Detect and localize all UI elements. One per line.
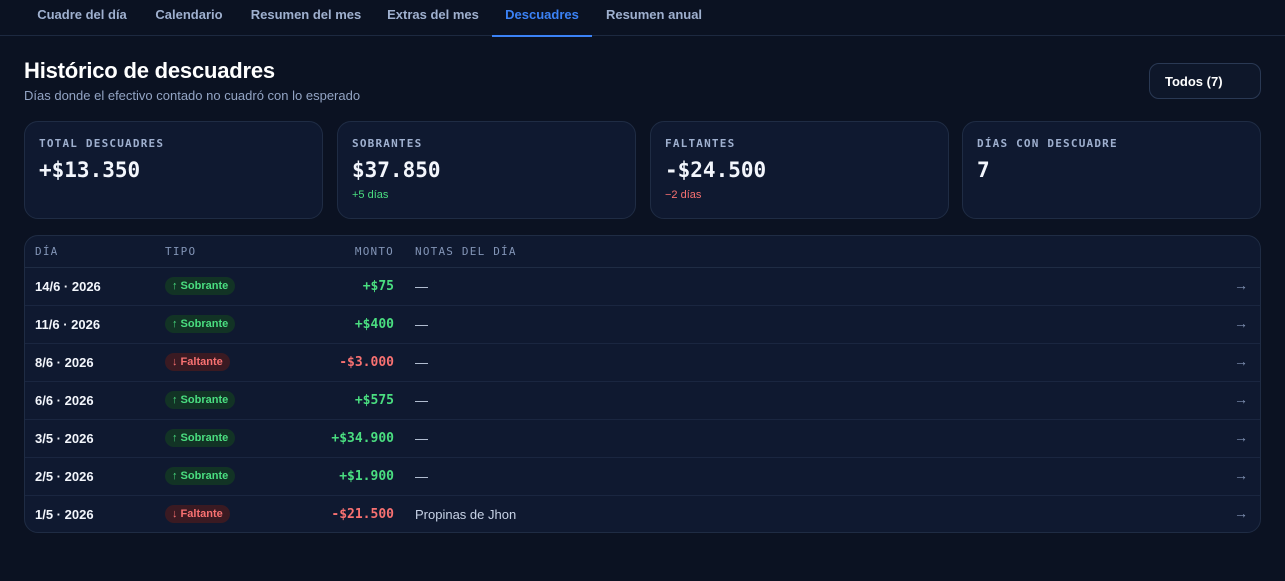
card-faltantes: FALTANTES -$24.500 −2 días xyxy=(650,121,949,219)
table-row[interactable]: 14/6 · 2026 ↑ Sobrante +$75 — → xyxy=(25,268,1260,306)
table-row[interactable]: 1/5 · 2026 ↓ Faltante -$21.500 Propinas … xyxy=(25,496,1260,532)
arrow-right-icon[interactable]: → xyxy=(1234,277,1248,293)
tab-calendario[interactable]: Calendario xyxy=(142,0,236,36)
tab-resumen-anual[interactable]: Resumen anual xyxy=(594,0,714,36)
row-note: — xyxy=(415,279,428,294)
table-row[interactable]: 6/6 · 2026 ↑ Sobrante +$575 — → xyxy=(25,382,1260,420)
card-value: $37.850 xyxy=(352,158,441,182)
row-day: 8/6 · 2026 xyxy=(35,355,94,370)
top-tab-bar: Cuadre del día Calendario Resumen del me… xyxy=(0,0,1285,37)
row-day: 2/5 · 2026 xyxy=(35,469,94,484)
row-amount: +$1.900 xyxy=(339,469,394,484)
type-badge: ↑ Sobrante xyxy=(165,467,236,485)
type-badge: ↑ Sobrante xyxy=(165,277,236,295)
card-label: SOBRANTES xyxy=(352,137,423,150)
table-row[interactable]: 11/6 · 2026 ↑ Sobrante +$400 — → xyxy=(25,306,1260,344)
card-label: TOTAL DESCUADRES xyxy=(39,137,165,150)
row-day: 6/6 · 2026 xyxy=(35,393,94,408)
filter-label: Todos (7) xyxy=(1165,73,1223,89)
row-amount: -$21.500 xyxy=(331,507,394,522)
card-dias-con-descuadre: DÍAS CON DESCUADRE 7 xyxy=(962,121,1261,219)
card-value: -$24.500 xyxy=(665,158,767,182)
tab-cuadre-del-dia[interactable]: Cuadre del día xyxy=(24,0,140,36)
type-badge: ↑ Sobrante xyxy=(165,315,236,333)
type-badge: ↑ Sobrante xyxy=(165,429,236,447)
column-header-amount: MONTO xyxy=(354,245,394,258)
arrow-right-icon[interactable]: → xyxy=(1234,353,1248,369)
card-value: +$13.350 xyxy=(39,158,141,182)
card-value: 7 xyxy=(977,158,990,182)
row-day: 1/5 · 2026 xyxy=(35,507,94,522)
row-amount: +$75 xyxy=(362,279,394,294)
card-subtext: +5 días xyxy=(352,189,389,201)
card-sobrantes: SOBRANTES $37.850 +5 días xyxy=(337,121,636,219)
row-amount: -$3.000 xyxy=(339,355,394,370)
column-header-notes: NOTAS DEL DÍA xyxy=(415,245,517,258)
row-note: — xyxy=(415,355,428,370)
arrow-right-icon[interactable]: → xyxy=(1234,315,1248,331)
card-subtext: −2 días xyxy=(665,189,702,201)
row-amount: +$34.900 xyxy=(331,431,394,446)
row-note: — xyxy=(415,431,428,446)
column-header-day: DÍA xyxy=(35,245,59,258)
table-row[interactable]: 8/6 · 2026 ↓ Faltante -$3.000 — → xyxy=(25,344,1260,382)
tab-descuadres[interactable]: Descuadres xyxy=(492,0,592,37)
tab-extras-del-mes[interactable]: Extras del mes xyxy=(376,0,490,36)
row-note: — xyxy=(415,469,428,484)
table-row[interactable]: 3/5 · 2026 ↑ Sobrante +$34.900 — → xyxy=(25,420,1260,458)
descuadres-table: DÍA TIPO MONTO NOTAS DEL DÍA 14/6 · 2026… xyxy=(24,235,1261,533)
type-badge: ↓ Faltante xyxy=(165,353,230,371)
arrow-right-icon[interactable]: → xyxy=(1234,391,1248,407)
card-label: FALTANTES xyxy=(665,137,736,150)
type-badge: ↓ Faltante xyxy=(165,505,230,523)
page-subtitle: Días donde el efectivo contado no cuadró… xyxy=(24,88,361,103)
arrow-right-icon[interactable]: → xyxy=(1234,429,1248,445)
tab-resumen-del-mes[interactable]: Resumen del mes xyxy=(238,0,374,36)
row-day: 11/6 · 2026 xyxy=(35,317,101,332)
card-label: DÍAS CON DESCUADRE xyxy=(977,137,1118,150)
row-note: — xyxy=(415,393,428,408)
card-total-descuadres: TOTAL DESCUADRES +$13.350 xyxy=(24,121,323,219)
arrow-right-icon[interactable]: → xyxy=(1234,467,1248,483)
row-amount: +$575 xyxy=(354,393,394,408)
table-header: DÍA TIPO MONTO NOTAS DEL DÍA xyxy=(25,236,1260,268)
type-badge: ↑ Sobrante xyxy=(165,391,236,409)
table-row[interactable]: 2/5 · 2026 ↑ Sobrante +$1.900 — → xyxy=(25,458,1260,496)
row-day: 14/6 · 2026 xyxy=(35,279,101,294)
filter-dropdown-button[interactable]: Todos (7) xyxy=(1149,63,1261,99)
row-note: Propinas de Jhon xyxy=(415,507,517,522)
column-header-type: TIPO xyxy=(165,245,197,258)
row-amount: +$400 xyxy=(354,317,394,332)
row-day: 3/5 · 2026 xyxy=(35,431,94,446)
arrow-right-icon[interactable]: → xyxy=(1234,505,1248,521)
page-title: Histórico de descuadres xyxy=(24,58,275,83)
row-note: — xyxy=(415,317,428,332)
